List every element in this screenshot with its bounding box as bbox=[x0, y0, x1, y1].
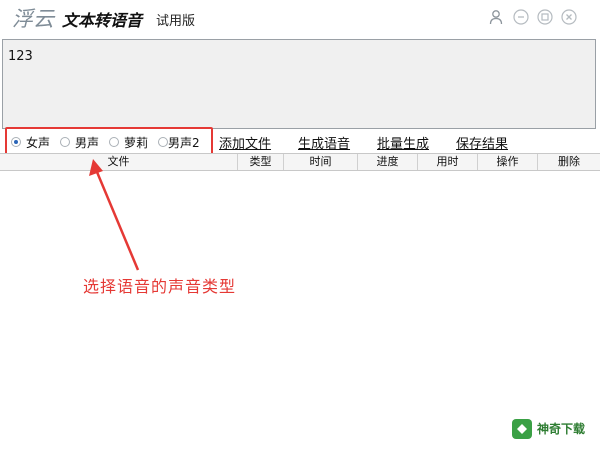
annotation-text: 选择语音的声音类型 bbox=[83, 277, 237, 296]
annotation-arrow bbox=[89, 159, 140, 271]
watermark-text: 神奇下载 bbox=[537, 422, 586, 436]
